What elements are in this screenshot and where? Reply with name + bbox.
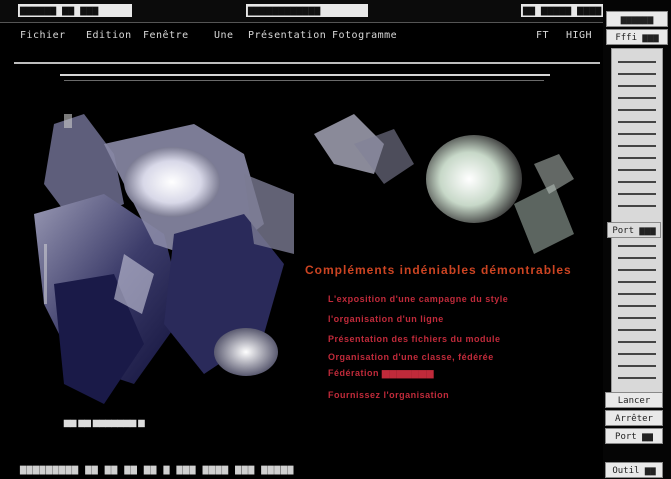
tool-button-second[interactable]: Fffi ▆▆▆	[606, 29, 668, 45]
menu-bar: Fichier Edition Fenêtre Une Présentation…	[0, 26, 603, 56]
slot-line	[618, 257, 656, 259]
slot-line	[618, 181, 656, 183]
bullet-item: L'exposition d'une campagne du style	[328, 294, 509, 304]
slot-line	[618, 157, 656, 159]
app-window: ▆▆▆▆▆▆ ▆▆ ▆▆▆ ▆▆▆▆▆▆▆▆▆▆▆▆ ▆▆ ▆▆▆▆▆ ▆▆▆▆…	[0, 0, 671, 479]
tool-button-top[interactable]: ▆▆▆▆▆▆	[606, 11, 668, 27]
menu-item-window[interactable]: Fenêtre	[143, 30, 189, 41]
tool-button-port[interactable]: Port ▆▆▆	[607, 222, 661, 238]
slot-line	[618, 305, 656, 307]
window-title: ▆▆▆▆▆▆▆▆▆▆▆▆	[246, 4, 368, 17]
slot-line	[618, 133, 656, 135]
slot-line	[618, 317, 656, 319]
slot-line	[618, 61, 656, 63]
slide-headline: Compléments indéniables démontrables	[305, 263, 572, 277]
slot-line	[618, 73, 656, 75]
window-title-left: ▆▆▆▆▆▆ ▆▆ ▆▆▆	[18, 4, 132, 17]
bullet-item: Présentation des fichiers du module	[328, 334, 501, 344]
slot-line	[618, 109, 656, 111]
status-tool-button[interactable]: Outil ▆▆	[605, 462, 663, 478]
slot-line	[618, 341, 656, 343]
tool-button-stop[interactable]: Arrêter	[605, 410, 663, 426]
slot-line	[618, 97, 656, 99]
collage-right	[314, 114, 574, 254]
slot-line	[618, 365, 656, 367]
bullet-item: Organisation d'une classe, fédérée	[328, 352, 494, 362]
menu-item-une[interactable]: Une	[214, 30, 234, 41]
menu-item-edit[interactable]: Edition	[86, 30, 132, 41]
slot-line	[618, 377, 656, 379]
content-divider-thin	[64, 80, 544, 81]
tool-button-port-bottom[interactable]: Port ▆▆	[605, 428, 663, 444]
title-bar: ▆▆▆▆▆▆ ▆▆ ▆▆▆ ▆▆▆▆▆▆▆▆▆▆▆▆ ▆▆ ▆▆▆▆▆ ▆▆▆▆	[0, 0, 603, 23]
bullet-item: l'organisation d'un ligne	[328, 314, 444, 324]
slot-line	[618, 269, 656, 271]
menu-item-file[interactable]: Fichier	[20, 30, 66, 41]
bullet-item: Fournissez l'organisation	[328, 390, 450, 400]
slot-line	[618, 281, 656, 283]
window-title-right: ▆▆ ▆▆▆▆▆ ▆▆▆▆	[521, 4, 603, 17]
slot-line	[618, 193, 656, 195]
content-divider	[60, 74, 550, 76]
menu-item-presentation[interactable]: Présentation	[248, 30, 326, 41]
tool-button-launch[interactable]: Lancer	[605, 392, 663, 408]
slot-line	[618, 245, 656, 247]
menu-item-ft[interactable]: FT	[536, 30, 549, 41]
tool-slot-strip[interactable]	[611, 48, 663, 394]
slot-line	[618, 169, 656, 171]
menu-divider	[14, 62, 600, 64]
slot-line	[618, 293, 656, 295]
menu-item-fotogramme[interactable]: Fotogramme	[332, 30, 397, 41]
collage-left	[34, 114, 294, 404]
slot-line	[618, 329, 656, 331]
slot-line	[618, 205, 656, 207]
status-text: ▆▆▆▆▆▆▆▆▆ ▆▆ ▆▆ ▆▆ ▆▆ ▆ ▆▆▆ ▆▆▆▆ ▆▆▆ ▆▆▆…	[20, 464, 294, 475]
menu-item-high[interactable]: HIGH	[566, 30, 592, 41]
slot-line	[618, 353, 656, 355]
slot-line	[618, 121, 656, 123]
slot-line	[618, 145, 656, 147]
image-caption: ▆▆ ▆▆ ▆▆▆▆▆▆▆ ▆	[64, 418, 145, 427]
bullet-item: Fédération ▆▆▆▆▆▆▆	[328, 368, 434, 378]
slot-line	[618, 85, 656, 87]
